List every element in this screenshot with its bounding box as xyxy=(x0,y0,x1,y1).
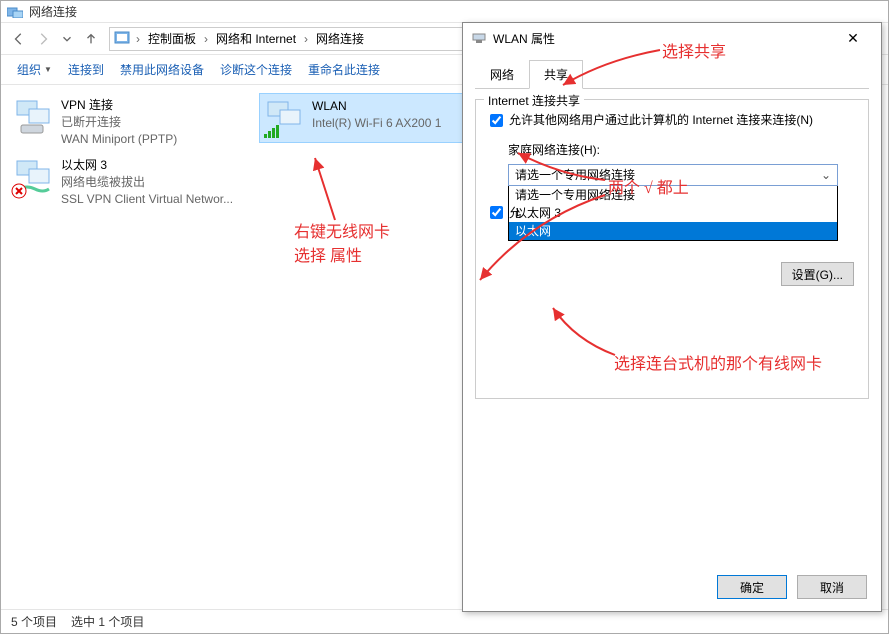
breadcrumb-control-panel[interactable]: 控制面板 xyxy=(144,28,200,49)
allow-sharing-checkbox[interactable] xyxy=(490,114,503,127)
cancel-button[interactable]: 取消 xyxy=(797,575,867,599)
dialog-titlebar: WLAN 属性 ✕ xyxy=(463,23,881,53)
titlebar: 网络连接 xyxy=(1,1,888,23)
rename-button[interactable]: 重命名此连接 xyxy=(302,57,386,82)
option-ethernet3[interactable]: 以太网 3 xyxy=(509,204,837,222)
network-folder-icon xyxy=(7,6,23,18)
connection-device: SSL VPN Client Virtual Networ... xyxy=(61,191,233,208)
connection-status: 已断开连接 xyxy=(61,114,177,131)
breadcrumb-network-internet[interactable]: 网络和 Internet xyxy=(212,28,300,49)
settings-button[interactable]: 设置(G)... xyxy=(781,262,854,286)
home-network-select[interactable]: 请选一个专用网络连接 ⌄ xyxy=(508,164,838,186)
connection-device: WAN Miniport (PPTP) xyxy=(61,131,177,148)
connection-ethernet3[interactable]: 以太网 3 网络电缆被拔出 SSL VPN Client Virtual Net… xyxy=(9,153,249,211)
window-title: 网络连接 xyxy=(29,3,77,20)
internet-sharing-group: Internet 连接共享 允许其他网络用户通过此计算机的 Internet 连… xyxy=(475,99,869,399)
select-dropdown: 请选一个专用网络连接 以太网 3 以太网 xyxy=(508,186,838,241)
connection-device: Intel(R) Wi-Fi 6 AX200 1 xyxy=(312,115,441,132)
breadcrumb-network-connections[interactable]: 网络连接 xyxy=(312,28,368,49)
chevron-right-icon: › xyxy=(136,32,140,46)
connection-vpn[interactable]: VPN 连接 已断开连接 WAN Miniport (PPTP) xyxy=(9,93,249,151)
control-panel-icon xyxy=(114,31,130,47)
chevron-right-icon: › xyxy=(304,32,308,46)
dialog-buttons: 确定 取消 xyxy=(717,575,867,599)
selected-count: 选中 1 个项目 xyxy=(71,613,144,630)
network-adapter-icon xyxy=(471,30,487,46)
connect-to-button[interactable]: 连接到 xyxy=(62,57,110,82)
ethernet-connection-icon xyxy=(13,157,53,197)
chevron-right-icon: › xyxy=(204,32,208,46)
recent-dropdown[interactable] xyxy=(55,27,79,51)
group-title: Internet 连接共享 xyxy=(484,92,584,109)
connection-name: WLAN xyxy=(312,98,441,115)
forward-button[interactable] xyxy=(31,27,55,51)
diagnose-button[interactable]: 诊断这个连接 xyxy=(214,57,298,82)
allow-control-checkbox[interactable] xyxy=(490,206,503,219)
close-button[interactable]: ✕ xyxy=(833,24,873,52)
dialog-title: WLAN 属性 xyxy=(493,30,833,47)
connection-status: 网络电缆被拔出 xyxy=(61,174,233,191)
vpn-connection-icon xyxy=(13,97,53,137)
allow-sharing-label: 允许其他网络用户通过此计算机的 Internet 连接来连接(N) xyxy=(509,112,813,129)
up-button[interactable] xyxy=(79,27,103,51)
item-count: 5 个项目 xyxy=(11,613,57,630)
option-placeholder[interactable]: 请选一个专用网络连接 xyxy=(509,186,837,204)
wlan-connection-icon xyxy=(264,98,304,138)
tabs: 网络 共享 xyxy=(475,59,869,89)
organize-menu[interactable]: 组织▼ xyxy=(11,57,58,82)
option-ethernet[interactable]: 以太网 xyxy=(509,222,837,240)
breadcrumb: › 控制面板 › 网络和 Internet › 网络连接 xyxy=(134,28,368,49)
select-value: 请选一个专用网络连接 xyxy=(515,166,635,183)
home-network-label: 家庭网络连接(H): xyxy=(508,141,858,158)
status-bar: 5 个项目 选中 1 个项目 xyxy=(1,609,888,633)
wlan-properties-dialog: WLAN 属性 ✕ 网络 共享 Internet 连接共享 允许其他网络用户通过… xyxy=(462,22,882,612)
home-network-select-wrap: 请选一个专用网络连接 ⌄ 请选一个专用网络连接 以太网 3 以太网 xyxy=(508,164,838,241)
allow-control-row: 允 xyxy=(490,204,521,221)
tab-sharing[interactable]: 共享 xyxy=(529,60,583,89)
allow-sharing-row: 允许其他网络用户通过此计算机的 Internet 连接来连接(N) xyxy=(490,112,858,129)
back-button[interactable] xyxy=(7,27,31,51)
tab-network[interactable]: 网络 xyxy=(475,60,529,89)
connection-name: VPN 连接 xyxy=(61,97,177,114)
allow-control-label: 允 xyxy=(509,204,521,221)
ok-button[interactable]: 确定 xyxy=(717,575,787,599)
disable-device-button[interactable]: 禁用此网络设备 xyxy=(114,57,210,82)
connection-name: 以太网 3 xyxy=(61,157,233,174)
chevron-down-icon: ⌄ xyxy=(821,168,831,182)
